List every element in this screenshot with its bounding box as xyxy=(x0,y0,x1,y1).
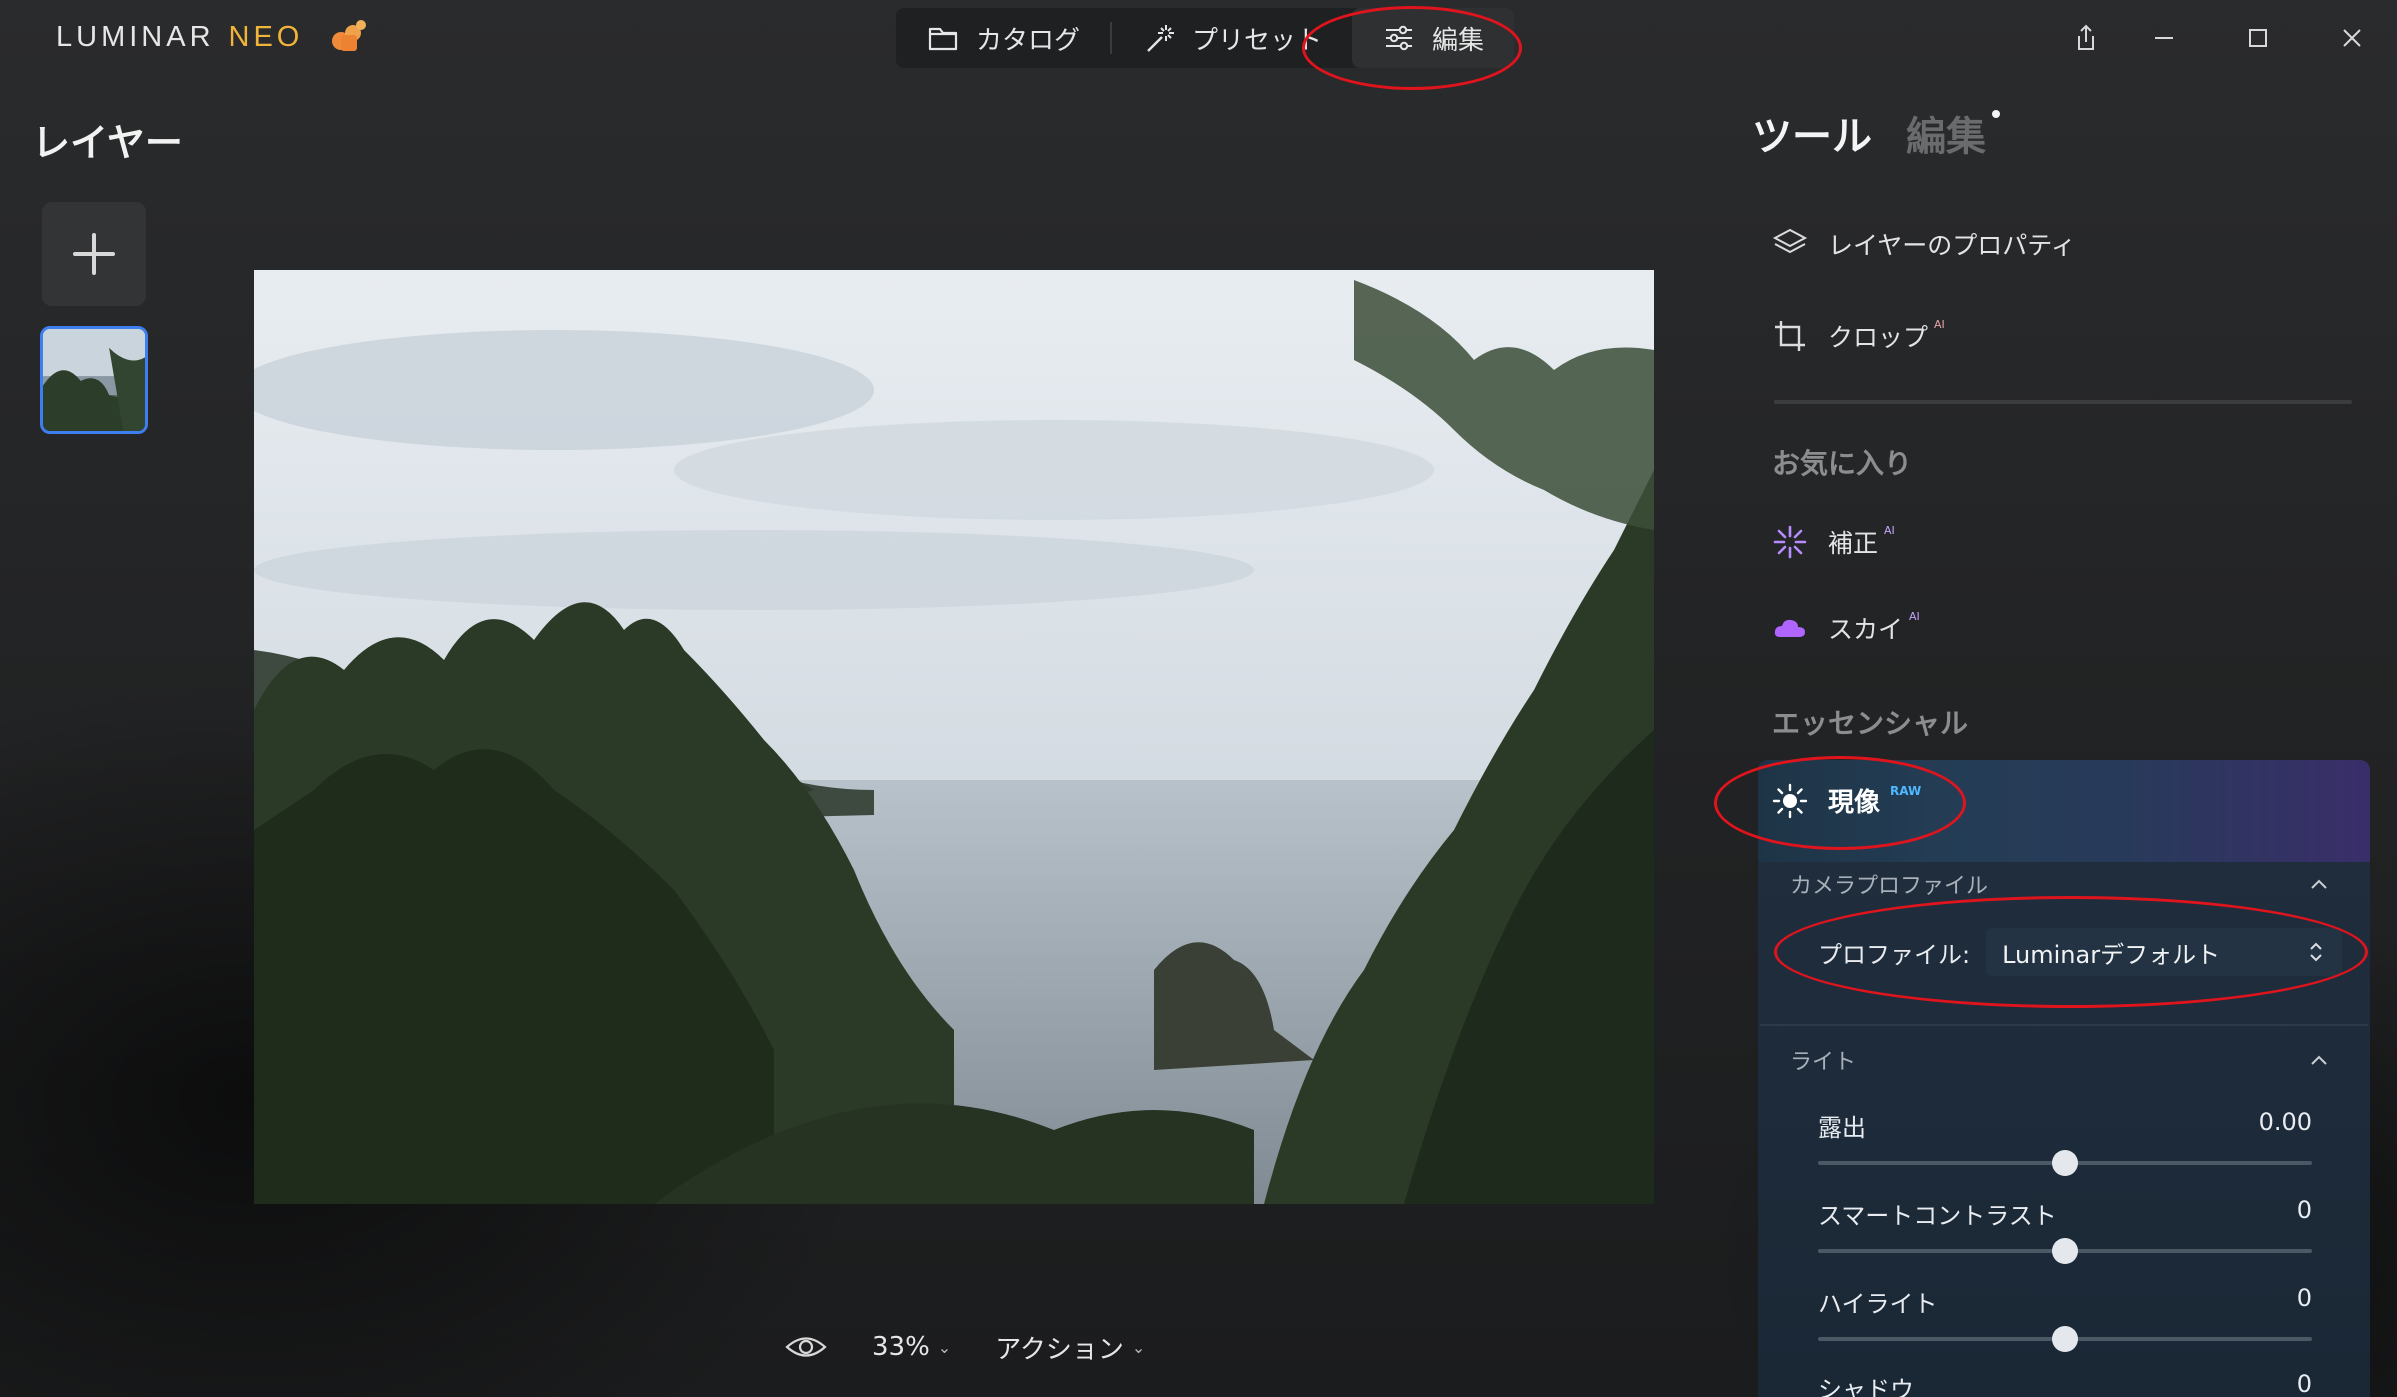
tool-sky-label: スカイ xyxy=(1828,615,1904,644)
chevron-up-icon xyxy=(2311,879,2327,889)
zoom-dropdown[interactable]: 33% ⌄ xyxy=(872,1332,951,1362)
cloud-icon xyxy=(1774,619,1805,637)
develop-label: 現像 xyxy=(1828,788,1881,818)
camera-profile-section-header[interactable]: カメラプロファイル xyxy=(1790,868,2330,900)
sun-icon xyxy=(1772,783,1808,818)
light-section-header[interactable]: ライト xyxy=(1790,1044,2330,1076)
tab-edit-label: 編集 xyxy=(1432,25,1485,56)
camera-profile-title: カメラプロファイル xyxy=(1790,874,1989,899)
layer-thumbnail[interactable] xyxy=(40,326,148,434)
layers-icon xyxy=(1772,228,1808,254)
slider-track[interactable] xyxy=(1818,1326,2312,1352)
profile-label: プロファイル: xyxy=(1818,940,1971,969)
folder-icon xyxy=(928,27,958,51)
chevron-down-icon: ⌄ xyxy=(1131,1337,1146,1357)
essentials-title: エッセンシャル xyxy=(1772,707,1969,740)
slider-label: 露出 xyxy=(1818,1114,1866,1142)
slider-value: 0 xyxy=(2296,1196,2312,1224)
slider-track[interactable] xyxy=(1818,1150,2312,1176)
plus-icon xyxy=(73,233,115,275)
main-mode-switcher: カタログ プリセット 編集 xyxy=(896,8,1515,68)
zoom-value: 33% xyxy=(872,1332,930,1362)
puzzle-icon[interactable] xyxy=(327,17,377,57)
maximize-button[interactable] xyxy=(2228,12,2288,64)
close-button[interactable] xyxy=(2322,12,2382,64)
profile-select-value: Luminarデフォルト xyxy=(2002,940,2221,969)
tab-tools[interactable]: ツール xyxy=(1752,104,1872,162)
tab-presets-label: プリセット xyxy=(1192,25,1323,56)
tool-sky[interactable]: スカイ AI xyxy=(1772,610,1920,646)
share-button[interactable] xyxy=(2056,12,2116,64)
minimize-icon xyxy=(2155,37,2173,39)
slider-knob[interactable] xyxy=(2052,1150,2078,1176)
logo-text-luminar: LUMINAR xyxy=(56,20,215,53)
app-logo: LUMINAR NEO xyxy=(56,20,377,54)
logo-text-neo: NEO xyxy=(228,20,304,53)
actions-dropdown[interactable]: アクション ⌄ xyxy=(995,1329,1145,1366)
slider-knob[interactable] xyxy=(2052,1326,2078,1352)
sparkle-icon xyxy=(1773,525,1807,559)
panel-tabs: ツール 編集 xyxy=(1752,104,2000,162)
maximize-icon xyxy=(2249,29,2267,47)
layer-thumbnail-image xyxy=(43,329,145,431)
tool-enhance-label: 補正 xyxy=(1828,529,1879,558)
landscape-photo xyxy=(254,270,1654,1204)
crop-icon xyxy=(1775,321,1805,351)
slider-value: 0 xyxy=(2296,1370,2312,1397)
ai-badge: AI xyxy=(1909,609,1920,623)
tab-edits[interactable]: 編集 xyxy=(1906,104,2000,162)
exposure-slider[interactable]: 露出 0.00 xyxy=(1818,1108,2312,1176)
tool-enhance[interactable]: 補正 AI xyxy=(1772,524,1895,560)
profile-select[interactable]: Luminarデフォルト xyxy=(1986,928,2343,976)
minimize-button[interactable] xyxy=(2134,12,2194,64)
magic-wand-icon xyxy=(1147,25,1175,52)
ai-badge: AI xyxy=(1884,523,1895,537)
slider-label: シャドウ xyxy=(1818,1376,1914,1397)
develop-tool-header[interactable]: 現像 RAW xyxy=(1772,782,1921,819)
edits-indicator-dot xyxy=(1992,110,2000,118)
tab-catalog-label: カタログ xyxy=(976,25,1081,56)
layers-title: レイヤー xyxy=(32,121,183,165)
favorites-title: お気に入り xyxy=(1772,447,1913,480)
photo-canvas[interactable] xyxy=(254,270,1654,1204)
eye-icon xyxy=(785,1337,827,1357)
tool-crop-label: クロップ xyxy=(1828,323,1929,352)
smart-contrast-slider[interactable]: スマートコントラスト 0 xyxy=(1818,1196,2312,1264)
panel-divider xyxy=(1774,400,2352,404)
share-icon xyxy=(2078,24,2094,50)
ai-badge: AI xyxy=(1934,317,1945,331)
tab-edits-label: 編集 xyxy=(1906,114,1986,160)
chevron-up-icon xyxy=(2311,1055,2327,1065)
add-layer-button[interactable] xyxy=(42,202,146,306)
slider-value: 0.00 xyxy=(2258,1108,2312,1136)
sliders-icon xyxy=(1386,25,1413,51)
raw-badge: RAW xyxy=(1890,783,1922,798)
tool-crop[interactable]: クロップ AI xyxy=(1772,318,1945,354)
section-divider xyxy=(1760,1024,2368,1026)
light-title: ライト xyxy=(1790,1050,1857,1075)
preview-toggle[interactable] xyxy=(784,1332,828,1362)
shadows-slider[interactable]: シャドウ 0 xyxy=(1818,1370,2312,1397)
slider-knob[interactable] xyxy=(2052,1238,2078,1264)
profile-row: プロファイル: Luminarデフォルト xyxy=(1818,928,2343,976)
actions-label: アクション xyxy=(995,1334,1124,1365)
slider-track[interactable] xyxy=(1818,1238,2312,1264)
slider-label: ハイライト xyxy=(1818,1290,1938,1318)
tab-presets[interactable]: プリセット xyxy=(1112,8,1352,68)
slider-label: スマートコントラスト xyxy=(1818,1202,2057,1230)
tab-catalog[interactable]: カタログ xyxy=(896,8,1110,68)
luminar-window: LUMINAR NEO カタログ プリセット 編集 レイヤー 33% ⌄ アクシ… xyxy=(0,0,2397,1397)
tool-layer-properties[interactable]: レイヤーのプロパティ xyxy=(1772,226,2076,262)
tab-edit[interactable]: 編集 xyxy=(1352,8,1515,68)
highlights-slider[interactable]: ハイライト 0 xyxy=(1818,1284,2312,1352)
slider-value: 0 xyxy=(2296,1284,2312,1312)
tool-layer-properties-label: レイヤーのプロパティ xyxy=(1828,231,2076,260)
canvas-toolbar: 33% ⌄ アクション ⌄ xyxy=(784,1322,1145,1372)
chevron-down-icon: ⌄ xyxy=(937,1337,952,1357)
close-icon xyxy=(2343,29,2361,47)
updown-chevron-icon xyxy=(2310,942,2322,962)
